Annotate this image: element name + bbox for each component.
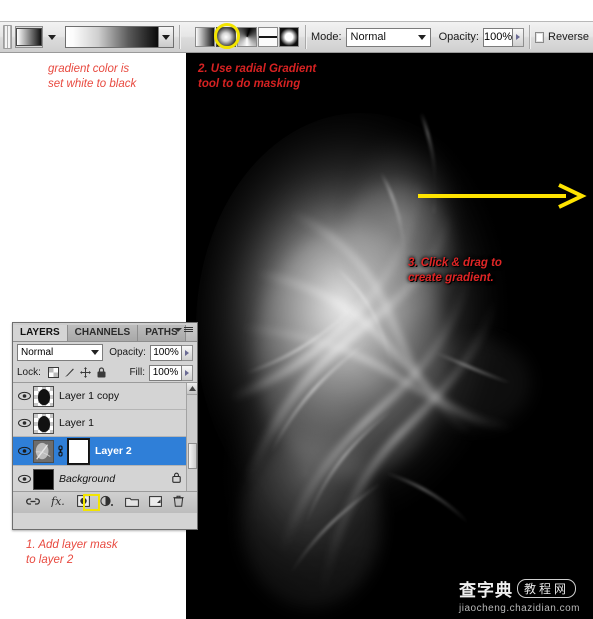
gradient-tool-preset-button[interactable]: [15, 26, 44, 48]
toolbar-divider-1: [179, 25, 181, 49]
gradient-preview-swatch: [66, 27, 159, 47]
table-row[interactable]: Layer 1: [13, 410, 197, 437]
watermark-url: jiaocheng.chazidian.com: [459, 603, 581, 614]
reverse-label: Reverse: [548, 31, 589, 43]
layer-list: Layer 1 copy Layer 1 Layer 2 Background: [13, 383, 197, 491]
layer-opacity-label: Opacity:: [109, 347, 146, 358]
diamond-gradient-button[interactable]: [279, 27, 300, 47]
lock-move-icon[interactable]: [79, 367, 91, 378]
layer-style-fx-button[interactable]: fx.: [50, 495, 67, 510]
blend-mode-chevron-down-icon[interactable]: [415, 34, 430, 40]
gradient-type-button-group: [195, 23, 300, 49]
radial-gradient-highlight-circle: [214, 23, 241, 49]
eye-icon[interactable]: [15, 418, 33, 428]
blend-mode-dropdown[interactable]: Normal: [345, 27, 431, 47]
annotation-gradient-color: gradient color is set white to black: [48, 63, 137, 90]
layer-thumbnail[interactable]: [33, 385, 54, 407]
gradient-tool-options-bar: Mode: Normal Opacity: 100% Reverse: [0, 21, 593, 53]
link-layers-button[interactable]: [26, 496, 41, 510]
eye-icon[interactable]: [15, 474, 33, 484]
preset-chevron-down-icon[interactable]: [48, 34, 57, 40]
blend-mode-value: Normal: [350, 31, 386, 43]
mode-label: Mode:: [310, 31, 342, 43]
layer-blend-mode-value: Normal: [21, 347, 54, 358]
toolbar-divider-2: [305, 25, 306, 49]
layer-blend-row: Normal Opacity: 100%: [13, 342, 197, 363]
watermark: 查字典 教程网 jiaocheng.chazidian.com: [459, 575, 587, 615]
eye-icon[interactable]: [15, 446, 33, 456]
panel-tab-row: LAYERS CHANNELS PATHS: [13, 323, 197, 342]
layer-thumbnail[interactable]: [33, 468, 54, 490]
mask-link-icon[interactable]: [56, 445, 65, 457]
annotation-step-1: 1. Add layer mask to layer 2: [26, 539, 118, 566]
layer-blend-mode-dropdown[interactable]: Normal: [17, 344, 104, 361]
layers-panel: LAYERS CHANNELS PATHS Normal Opacity: 10…: [12, 322, 198, 530]
fill-arrow-icon[interactable]: [182, 364, 193, 381]
fill-label: Fill:: [129, 367, 145, 378]
document-canvas[interactable]: 2. Use radial Gradient tool to do maskin…: [186, 53, 593, 619]
opacity-input[interactable]: 100%: [482, 27, 514, 47]
layer-thumbnail[interactable]: [33, 439, 54, 463]
reflected-gradient-button[interactable]: [258, 27, 279, 47]
layer-name: Layer 1: [59, 417, 95, 429]
layers-panel-footer: fx.: [13, 491, 197, 513]
scrollbar-thumb[interactable]: [188, 443, 197, 469]
add-layer-mask-highlight-box: [83, 494, 100, 511]
annotation-step-2: 2. Use radial Gradient tool to do maskin…: [198, 63, 317, 90]
gradient-preset-swatch: [16, 28, 43, 46]
photoshop-tutorial-screenshot: 2. Use radial Gradient tool to do maskin…: [0, 0, 593, 619]
watermark-logo-text: 查字典: [459, 581, 513, 601]
layer-name: Background: [59, 473, 116, 485]
toolbar-divider-3: [528, 25, 530, 49]
lock-label: Lock:: [17, 367, 41, 378]
reverse-checkbox[interactable]: [534, 31, 545, 43]
toolbar-drag-grip[interactable]: [3, 25, 13, 49]
svg-text:fx.: fx.: [51, 495, 65, 507]
drag-direction-arrow: [416, 183, 591, 209]
new-adjustment-layer-button[interactable]: [100, 495, 114, 510]
lock-all-icon[interactable]: [96, 367, 107, 378]
panel-menu-icon[interactable]: [174, 327, 193, 332]
lock-paint-brush-icon[interactable]: [64, 367, 75, 378]
gradient-picker-chevron-down-icon[interactable]: [158, 27, 174, 47]
layer-mask-thumbnail[interactable]: [68, 438, 89, 464]
layer-thumbnail[interactable]: [33, 412, 54, 434]
table-row[interactable]: Layer 1 copy: [13, 383, 197, 410]
layer-opacity-arrow-icon[interactable]: [182, 344, 193, 361]
layer-opacity-input[interactable]: 100%: [149, 344, 183, 361]
scroll-up-arrow-icon[interactable]: [187, 383, 197, 395]
layer-blend-chevron-down-icon[interactable]: [88, 350, 102, 355]
linear-gradient-button[interactable]: [195, 27, 216, 47]
tab-channels[interactable]: CHANNELS: [67, 325, 139, 341]
annotation-step-3: 3. Click & drag to create gradient.: [408, 257, 502, 284]
opacity-label: Opacity:: [438, 31, 479, 43]
lock-transparency-icon[interactable]: [47, 367, 59, 378]
layer-name: Layer 1 copy: [59, 390, 120, 402]
layer-locked-icon: [172, 472, 181, 486]
watermark-pill-text: 教程网: [517, 579, 577, 598]
layer-lock-row: Lock: Fill: 100%: [13, 363, 197, 383]
new-layer-button[interactable]: [149, 495, 163, 510]
new-group-button[interactable]: [124, 496, 139, 510]
fill-input[interactable]: 100%: [149, 364, 182, 381]
eye-icon[interactable]: [15, 391, 33, 401]
layer-list-scrollbar[interactable]: [186, 383, 197, 491]
table-row[interactable]: Layer 2: [13, 437, 197, 466]
delete-layer-button[interactable]: [173, 495, 184, 510]
angle-gradient-button[interactable]: [237, 27, 258, 47]
tab-layers[interactable]: LAYERS: [13, 325, 68, 341]
smoke-photograph: [186, 53, 593, 619]
gradient-editor-picker[interactable]: [65, 26, 175, 48]
table-row[interactable]: Background: [13, 466, 197, 491]
layer-name: Layer 2: [95, 445, 132, 457]
opacity-slider-arrow-icon[interactable]: [513, 27, 524, 47]
